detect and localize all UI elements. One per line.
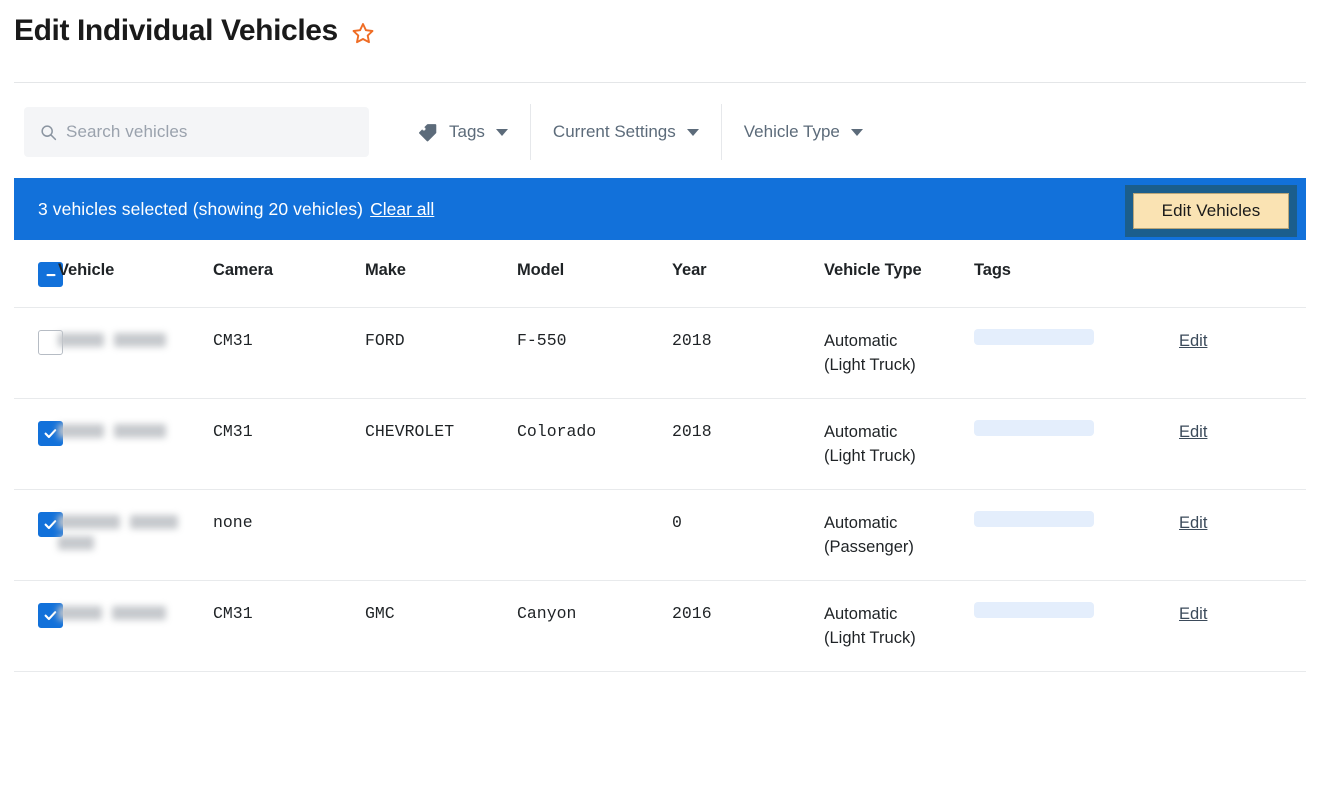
chevron-down-icon [687, 129, 699, 136]
edit-row-link[interactable]: Edit [1179, 605, 1207, 623]
cell-vehicle [58, 399, 213, 459]
cell-camera: CM31 [213, 581, 365, 647]
vehicle-type-line-1: Automatic [824, 511, 974, 535]
search-placeholder: Search vehicles [66, 122, 188, 142]
page-header: Edit Individual Vehicles [0, 0, 1320, 62]
row-select-cell [14, 399, 58, 470]
cell-vehicle [58, 308, 213, 368]
table-row: CM31FORDF-5502018Automatic(Light Truck) E… [14, 308, 1306, 399]
vehicle-name-redacted [58, 602, 213, 620]
cell-model [517, 490, 672, 532]
cell-year: 2018 [672, 308, 824, 374]
column-header-model: Model [517, 240, 672, 300]
cell-tags [974, 308, 1179, 374]
cell-vehicle-type: Automatic(Passenger) [824, 490, 974, 580]
tag-chip-redacted[interactable] [974, 329, 1094, 345]
star-icon[interactable] [351, 21, 375, 45]
table-row: none 0Automatic(Passenger) Edit [14, 490, 1306, 581]
column-header-vehicle-type: Vehicle Type [824, 240, 974, 300]
cell-model: Canyon [517, 581, 672, 647]
column-header-tags: Tags [974, 240, 1179, 300]
cell-actions: Edit [1179, 581, 1306, 648]
row-select-cell [14, 581, 58, 652]
cell-vehicle [58, 490, 213, 571]
cell-year: 0 [672, 490, 824, 556]
vehicle-name-redacted [58, 329, 213, 347]
cell-model: F-550 [517, 308, 672, 374]
cell-actions: Edit [1179, 399, 1306, 466]
edit-individual-vehicles-page: Edit Individual Vehicles Search vehicles [0, 0, 1320, 806]
vehicle-type-line-2: (Light Truck) [824, 444, 974, 468]
cell-make [365, 490, 517, 532]
column-header-vehicle: Vehicle [58, 240, 213, 300]
cell-make: CHEVROLET [365, 399, 517, 465]
cell-tags [974, 581, 1179, 647]
column-header-actions [1179, 240, 1306, 281]
search-input[interactable]: Search vehicles [24, 107, 369, 157]
cell-make: GMC [365, 581, 517, 647]
cell-tags [974, 490, 1179, 556]
selection-count-text: 3 vehicles selected (showing 20 vehicles… [38, 199, 363, 220]
cell-model: Colorado [517, 399, 672, 465]
edit-vehicles-button[interactable]: Edit Vehicles [1133, 193, 1289, 229]
vehicle-type-line-1: Automatic [824, 329, 974, 353]
cell-camera: CM31 [213, 399, 365, 465]
vehicle-type-line-1: Automatic [824, 420, 974, 444]
search-icon [40, 124, 57, 141]
edit-vehicles-highlight: Edit Vehicles [1125, 185, 1297, 237]
vehicle-name-redacted [58, 511, 213, 550]
column-header-make: Make [365, 240, 517, 300]
tag-chip-redacted[interactable] [974, 602, 1094, 618]
tag-icon [417, 122, 438, 143]
filter-vehicle-type-label: Vehicle Type [744, 122, 840, 142]
cell-camera: none [213, 490, 365, 556]
cell-actions: Edit [1179, 308, 1306, 375]
vehicle-type-line-2: (Light Truck) [824, 353, 974, 377]
chevron-down-icon [496, 129, 508, 136]
cell-year: 2018 [672, 399, 824, 465]
vehicle-name-redacted [58, 420, 213, 438]
table-body: CM31FORDF-5502018Automatic(Light Truck)E… [14, 308, 1306, 672]
column-header-camera: Camera [213, 240, 365, 300]
cell-year: 2016 [672, 581, 824, 647]
filter-current-settings-label: Current Settings [553, 122, 676, 142]
cell-actions: Edit [1179, 490, 1306, 557]
vehicles-table: Vehicle Camera Make Model Year Vehicle T… [14, 240, 1306, 672]
table-header: Vehicle Camera Make Model Year Vehicle T… [14, 240, 1306, 308]
filter-tags[interactable]: Tags [395, 111, 530, 153]
page-title: Edit Individual Vehicles [14, 16, 338, 46]
cell-vehicle [58, 581, 213, 641]
edit-row-link[interactable]: Edit [1179, 514, 1207, 532]
cell-vehicle-type: Automatic(Light Truck) [824, 581, 974, 671]
cell-make: FORD [365, 308, 517, 374]
filter-group: Tags Current Settings Vehicle Type [395, 104, 885, 160]
clear-all-link[interactable]: Clear all [370, 199, 434, 220]
cell-vehicle-type: Automatic(Light Truck) [824, 308, 974, 398]
filter-current-settings[interactable]: Current Settings [531, 111, 721, 153]
table-row: CM31CHEVROLETColorado2018Automatic(Light… [14, 399, 1306, 490]
tag-chip-redacted[interactable] [974, 511, 1094, 527]
cell-camera: CM31 [213, 308, 365, 374]
vehicle-type-line-1: Automatic [824, 602, 974, 626]
vehicle-type-line-2: (Light Truck) [824, 626, 974, 650]
header-divider [14, 82, 1306, 83]
selection-banner: 3 vehicles selected (showing 20 vehicles… [14, 178, 1306, 240]
filter-tags-label: Tags [449, 122, 485, 142]
cell-vehicle-type: Automatic(Light Truck) [824, 399, 974, 489]
column-header-year: Year [672, 240, 824, 300]
filter-toolbar: Search vehicles Tags Current Settings [0, 96, 1320, 168]
tag-chip-redacted[interactable] [974, 420, 1094, 436]
row-select-cell [14, 308, 58, 384]
filter-vehicle-type[interactable]: Vehicle Type [722, 111, 885, 153]
cell-tags [974, 399, 1179, 465]
table-row: CM31GMCCanyon2016Automatic(Light Truck) E… [14, 581, 1306, 672]
chevron-down-icon [851, 129, 863, 136]
select-all-cell [14, 240, 58, 307]
vehicle-type-line-2: (Passenger) [824, 535, 974, 559]
table-header-row: Vehicle Camera Make Model Year Vehicle T… [14, 240, 1306, 308]
row-select-cell [14, 490, 58, 561]
edit-row-link[interactable]: Edit [1179, 423, 1207, 441]
edit-row-link[interactable]: Edit [1179, 332, 1207, 350]
